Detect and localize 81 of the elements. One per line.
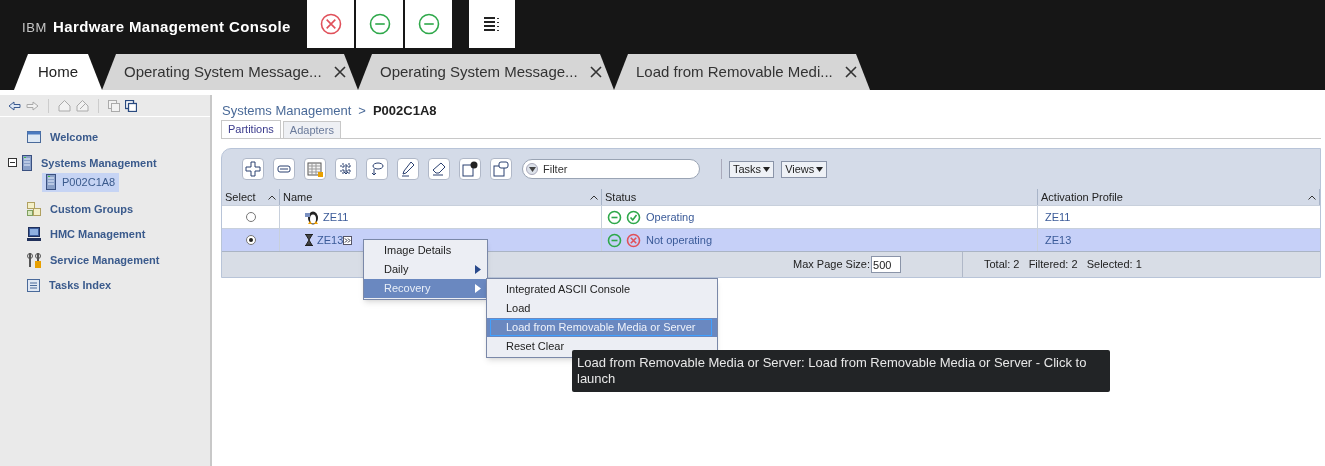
window-icon [27,131,41,144]
sort-caret-icon [268,194,276,200]
caret-down-icon [816,166,824,172]
table-summary: Total: 2 Filtered: 2 Selected: 1 [983,257,1143,273]
menu-dropdown[interactable]: Tasks [729,160,775,178]
sort-caret-icon [1308,194,1316,200]
filter-input[interactable]: Filter [543,160,683,178]
minus-circle-icon [368,13,391,35]
status-text: Operating [646,209,695,225]
menu-item[interactable]: Integrated ASCII Console [487,280,717,299]
list-icon [27,278,40,292]
add-icon [244,160,262,178]
minus-circle-icon [417,13,440,35]
nav-link[interactable]: Service Management [50,251,160,268]
tooltip: Load from Removable Media or Server: Load from Removable Media or Server - Click to launch [572,350,1110,392]
tab[interactable]: Operating System Message... [358,54,614,90]
tools-icon [27,251,41,268]
error-icon [319,13,342,35]
app-title: Hardware Management Console [53,17,291,37]
submenu-arrow-icon [475,265,481,274]
double-chevron-icon[interactable] [343,235,353,245]
breadcrumb-link[interactable]: Systems Management [222,101,352,121]
page-size-field[interactable]: 500 [871,256,902,273]
server-icon [22,154,32,171]
list-menu-icon [483,16,501,32]
penguin-icon [304,209,320,225]
minus-circle-icon [607,209,622,225]
table-row[interactable]: ZE11 Operating ZE11 [222,205,1320,228]
hourglass-icon [304,234,314,246]
table-edit-icon [306,160,324,178]
tab[interactable]: Load from Removable Medi... [614,54,870,90]
status-button[interactable] [405,0,452,48]
table-config-icon [492,160,510,178]
page-size-label: Max Page Size: [793,257,871,273]
server-icon [46,174,56,191]
toolbar-button[interactable] [428,158,450,180]
groups-icon [27,201,41,216]
sort-caret-icon [590,194,598,200]
tab[interactable]: Operating System Message... [102,54,358,90]
tree-item[interactable]: P002C1A8 [42,173,120,192]
filter-field[interactable]: Filter [522,159,700,179]
nav-link[interactable]: Systems Management [41,154,157,171]
submenu-arrow-icon [475,284,481,293]
brand-label: IBM [22,19,48,37]
menu-item[interactable]: Daily [364,260,487,279]
name-link[interactable]: ZE11 [323,208,349,226]
collapse-all-icon[interactable] [125,99,137,112]
dropdown-caret-icon [528,166,536,172]
back-arrow-icon[interactable] [8,100,21,111]
tab[interactable]: Home [14,54,102,90]
toolbar-button[interactable] [397,158,419,180]
breadcrumb-separator: > [358,102,366,121]
nav-link[interactable]: HMC Management [50,226,146,243]
profile-link[interactable]: ZE13 [1045,231,1072,249]
close-icon[interactable] [333,66,346,78]
caret-down-icon [763,166,771,172]
radio-button[interactable] [245,212,256,222]
status-text: Not operating [646,232,713,248]
menu-item[interactable]: Load [487,299,717,318]
collapse-toggle-icon[interactable] [8,158,17,168]
computer-icon [27,227,41,242]
close-icon[interactable] [844,66,857,78]
breadcrumb-current: P002C1A8 [372,102,437,121]
nav-link[interactable]: Custom Groups [50,200,134,217]
menu-button[interactable] [469,0,515,48]
name-link[interactable]: ZE13 [317,231,344,249]
sub-tab[interactable]: Adapters [282,121,341,138]
close-icon[interactable] [589,66,602,78]
radio-button[interactable] [245,235,256,245]
sub-tab[interactable]: Partitions [221,120,281,138]
toolbar-button[interactable] [459,158,481,180]
nav-link[interactable]: Welcome [50,129,99,146]
profile-link[interactable]: ZE11 [1045,208,1071,226]
minus-circle-icon [607,232,622,248]
status-button[interactable] [356,0,403,48]
nav-link[interactable]: Tasks Index [49,277,112,294]
pen-icon [399,160,417,178]
eraser-icon [430,160,448,178]
status-button[interactable] [307,0,354,48]
table-settings-icon [461,160,479,178]
menu-dropdown[interactable]: Views [781,160,828,178]
